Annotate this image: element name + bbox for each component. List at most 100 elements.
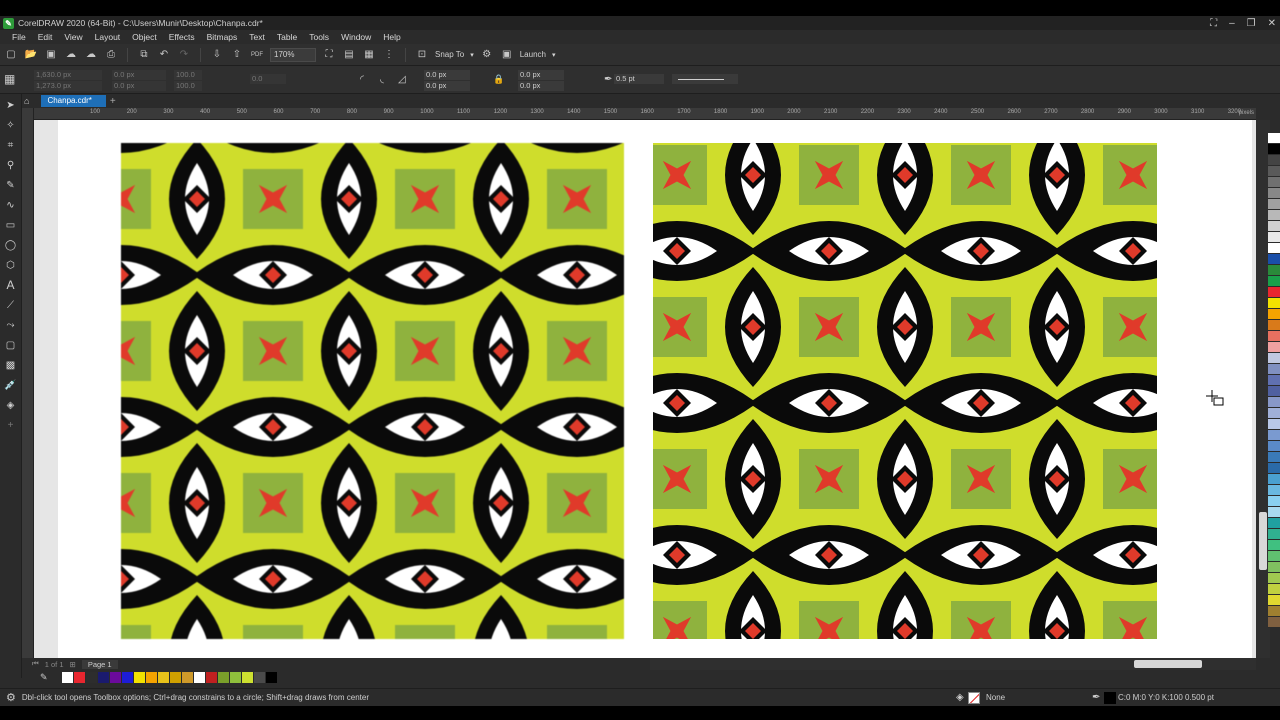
color-swatch[interactable] — [1268, 573, 1280, 584]
color-swatch[interactable] — [1268, 133, 1280, 144]
parallel-dimension-icon[interactable]: ⟋ — [4, 298, 18, 312]
color-swatch[interactable] — [122, 671, 133, 683]
home-icon[interactable]: ⌂ — [24, 96, 29, 106]
add-tool-icon[interactable]: + — [4, 418, 18, 432]
outline-style-dropdown[interactable] — [672, 74, 738, 84]
outline-width-field[interactable]: 0.5 pt — [614, 74, 664, 84]
color-swatch[interactable] — [1268, 518, 1280, 529]
save-icon[interactable]: ▣ — [44, 48, 58, 62]
options-gear-icon[interactable]: ⚙ — [480, 48, 494, 62]
settings-gear-icon[interactable]: ⚙ — [6, 691, 16, 704]
color-swatch[interactable] — [134, 671, 145, 683]
close-button[interactable]: ✕ — [1268, 18, 1276, 29]
color-swatch[interactable] — [170, 671, 181, 683]
eyedropper-tool-icon[interactable]: 💉 — [4, 378, 18, 392]
crop-tool-icon[interactable]: ⌗ — [4, 138, 18, 152]
color-swatch[interactable] — [230, 671, 241, 683]
color-swatch[interactable] — [182, 671, 193, 683]
color-swatch[interactable] — [1268, 342, 1280, 353]
color-swatch[interactable] — [1268, 375, 1280, 386]
menu-help[interactable]: Help — [377, 32, 406, 42]
page-tab[interactable]: Page 1 — [81, 659, 118, 669]
color-swatch[interactable] — [110, 671, 121, 683]
color-swatch[interactable] — [1268, 276, 1280, 287]
artistic-media-icon[interactable]: ∿ — [4, 198, 18, 212]
lock-ratio-icon[interactable]: 🔒 — [493, 74, 504, 85]
color-swatch[interactable] — [1268, 320, 1280, 331]
scalloped-corner-icon[interactable]: ◟ — [380, 74, 384, 85]
show-grid-icon[interactable]: ▦ — [362, 48, 376, 62]
color-swatch[interactable] — [266, 671, 277, 683]
color-swatch[interactable] — [1268, 298, 1280, 309]
horizontal-scroll-thumb[interactable] — [1134, 660, 1202, 668]
color-swatch[interactable] — [1268, 199, 1280, 210]
color-swatch[interactable] — [1268, 177, 1280, 188]
menu-layout[interactable]: Layout — [89, 32, 127, 42]
color-swatch[interactable] — [1268, 353, 1280, 364]
width-field[interactable]: 0.0 px — [112, 70, 166, 80]
chamfered-corner-icon[interactable]: ◿ — [398, 74, 406, 85]
color-swatch[interactable] — [1268, 617, 1280, 628]
menu-table[interactable]: Table — [271, 32, 303, 42]
color-swatch[interactable] — [1268, 463, 1280, 474]
vertical-ruler[interactable] — [22, 108, 34, 658]
corner-radius-top-right[interactable]: 0.0 px — [518, 70, 564, 80]
color-swatch[interactable] — [1268, 485, 1280, 496]
color-swatch[interactable] — [1268, 562, 1280, 573]
shape-tool-icon[interactable]: ✧ — [4, 118, 18, 132]
new-document-icon[interactable]: ▢ — [4, 48, 18, 62]
color-swatch[interactable] — [1268, 166, 1280, 177]
menu-window[interactable]: Window — [335, 32, 377, 42]
color-swatch[interactable] — [1268, 551, 1280, 562]
color-swatch[interactable] — [194, 671, 205, 683]
full-screen-icon[interactable]: ⛶ — [322, 48, 336, 62]
color-swatch[interactable] — [1268, 441, 1280, 452]
color-swatch[interactable] — [74, 671, 85, 683]
menu-edit[interactable]: Edit — [32, 32, 59, 42]
menu-object[interactable]: Object — [126, 32, 163, 42]
zoom-level-field[interactable]: 170% — [270, 47, 316, 62]
page-layout-icon[interactable]: ▦ — [4, 72, 20, 88]
horizontal-scrollbar[interactable] — [650, 658, 1256, 670]
show-rulers-icon[interactable]: ▤ — [342, 48, 356, 62]
document-tab[interactable]: Chanpa.cdr* — [41, 95, 106, 107]
menu-tools[interactable]: Tools — [303, 32, 335, 42]
vector-pattern-traced[interactable] — [653, 143, 1157, 639]
height-field[interactable]: 0.0 px — [112, 81, 166, 91]
color-swatch[interactable] — [1268, 507, 1280, 518]
color-swatch[interactable] — [98, 671, 109, 683]
color-swatch[interactable] — [1268, 474, 1280, 485]
color-swatch[interactable] — [1268, 287, 1280, 298]
snap-icon[interactable]: ⊡ — [415, 48, 429, 62]
export-icon[interactable]: ⇧ — [230, 48, 244, 62]
color-swatch[interactable] — [254, 671, 265, 683]
color-swatch[interactable] — [146, 671, 157, 683]
color-swatch[interactable] — [62, 671, 73, 683]
color-swatch[interactable] — [1268, 265, 1280, 276]
launch-icon[interactable]: ▣ — [500, 48, 514, 62]
open-icon[interactable]: 📂 — [24, 48, 38, 62]
cloud-sync-icon[interactable]: ☁ — [84, 48, 98, 62]
rotation-angle-field[interactable]: 0.0 — [250, 74, 286, 84]
pick-tool-icon[interactable]: ➤ — [4, 98, 18, 112]
color-swatch[interactable] — [1268, 243, 1280, 254]
minimize-button[interactable]: – — [1229, 18, 1235, 29]
color-swatch[interactable] — [1268, 386, 1280, 397]
color-swatch[interactable] — [242, 671, 253, 683]
color-swatch[interactable] — [1268, 540, 1280, 551]
cloud-upload-icon[interactable]: ☁ — [64, 48, 78, 62]
add-page-icon[interactable]: ⊞ — [70, 660, 76, 669]
restore-button[interactable]: ❐ — [1247, 18, 1256, 29]
corner-radius-top-left[interactable]: 0.0 px — [424, 70, 470, 80]
interactive-fill-icon[interactable]: ◈ — [4, 398, 18, 412]
color-swatch[interactable] — [218, 671, 229, 683]
color-swatch[interactable] — [1268, 309, 1280, 320]
corner-radius-bottom-right[interactable]: 0.0 px — [518, 81, 564, 91]
color-swatch[interactable] — [1268, 397, 1280, 408]
color-swatch[interactable] — [1268, 408, 1280, 419]
x-position-field[interactable]: 1,630.0 px — [34, 70, 102, 80]
import-icon[interactable]: ⇩ — [210, 48, 224, 62]
menu-text[interactable]: Text — [243, 32, 271, 42]
ellipse-tool-icon[interactable]: ◯ — [4, 238, 18, 252]
vertical-scroll-thumb[interactable] — [1259, 512, 1267, 570]
